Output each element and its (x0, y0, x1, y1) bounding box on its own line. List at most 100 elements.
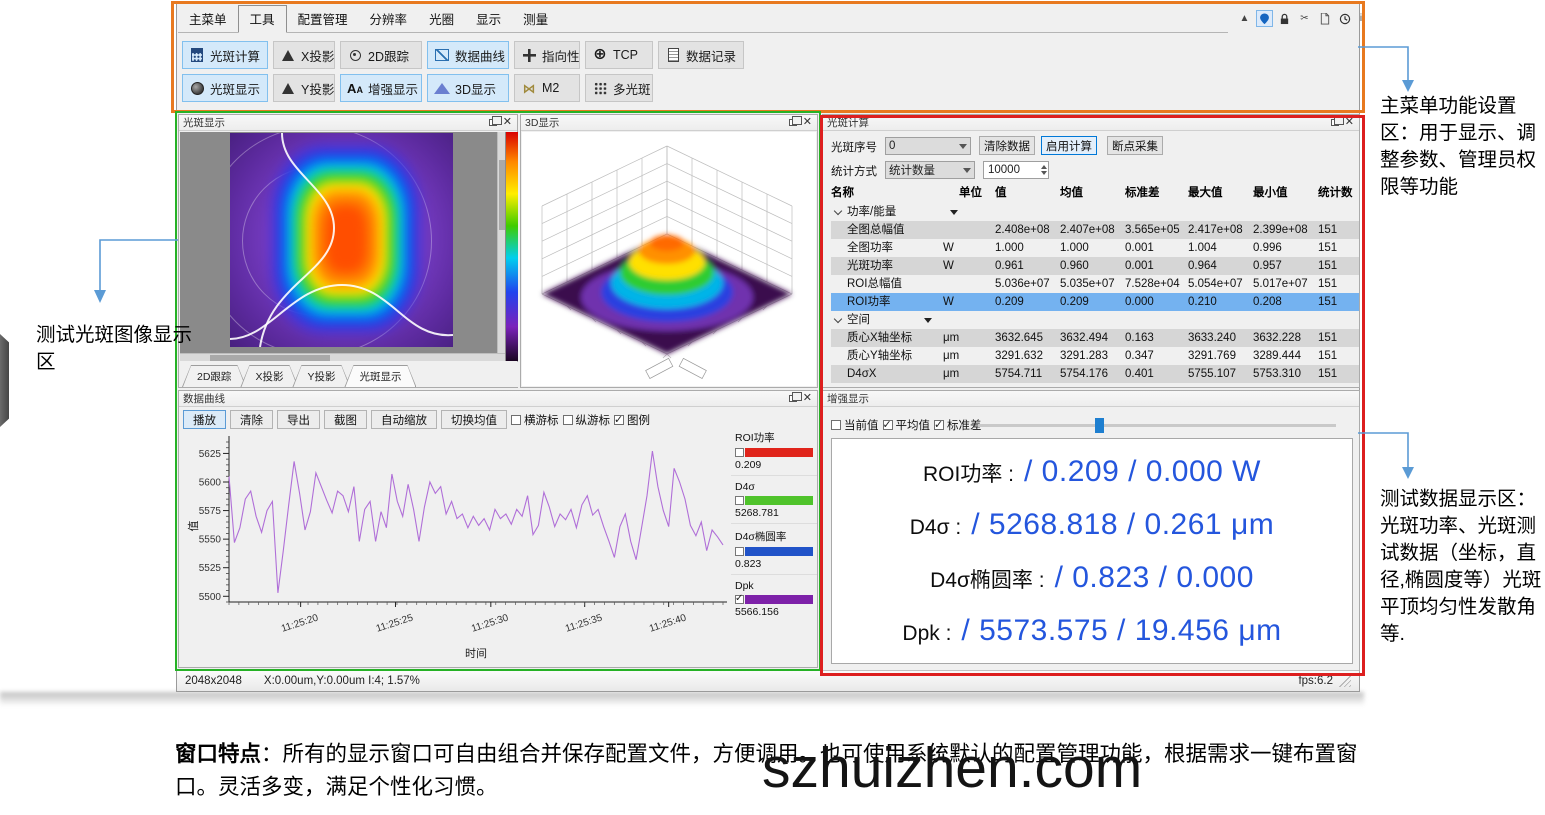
table-row[interactable]: 全图功率W1.0001.0000.0011.0040.996151 (831, 239, 1359, 257)
info-icon[interactable]: i (1356, 10, 1366, 27)
spot-calc-title: 光斑计算 (827, 115, 869, 130)
legend-item: ROI功率 0.209 (731, 425, 817, 475)
series-checkbox[interactable] (735, 448, 744, 457)
table-group-row[interactable]: 空间 (831, 311, 1359, 329)
document-icon[interactable] (1316, 10, 1333, 27)
h-cursor-checkbox[interactable] (511, 415, 521, 425)
tcp-button[interactable]: ⊕TCP (585, 41, 653, 69)
table-row[interactable]: 全图总幅值2.408e+082.407e+083.565e+052.417e+0… (831, 221, 1359, 239)
spot-image-area[interactable] (180, 132, 518, 361)
slider-handle[interactable] (1095, 418, 1104, 433)
spot-display-panel: 光斑显示 ✕ (178, 114, 518, 388)
pointing-button[interactable]: 指向性 (514, 41, 580, 69)
menu-item-measure[interactable]: 测量 (512, 6, 559, 32)
stats-table[interactable]: 功率/能量全图总幅值2.408e+082.407e+083.565e+052.4… (831, 203, 1359, 385)
close-icon[interactable]: ✕ (803, 117, 812, 128)
font-size-slider[interactable] (978, 424, 1336, 427)
spinner-arrows-icon[interactable] (1041, 162, 1047, 178)
display-3d-button[interactable]: 3D显示 (427, 74, 509, 102)
spot-seq-select[interactable]: 0 (885, 137, 971, 155)
table-row[interactable]: 光斑功率W0.9610.9600.0010.9640.957151 (831, 257, 1359, 275)
close-icon[interactable]: ✕ (503, 117, 512, 128)
std-value-checkbox[interactable] (934, 420, 944, 430)
chevron-down-icon (834, 207, 842, 215)
lock-icon[interactable] (1276, 10, 1293, 27)
stat-mode-select[interactable]: 统计数量 (885, 161, 975, 179)
close-icon[interactable]: ✕ (803, 393, 812, 404)
series-checkbox[interactable] (735, 496, 744, 505)
data-curve-button[interactable]: 数据曲线 (427, 41, 509, 69)
table-row[interactable]: 质心X轴坐标μm3632.6453632.4940.1633633.240363… (831, 329, 1359, 347)
auto-scale-button[interactable]: 自动缩放 (371, 410, 437, 429)
data-record-button[interactable]: 数据记录 (658, 41, 744, 69)
menu-item-tools[interactable]: 工具 (238, 5, 287, 33)
spot-calc-button[interactable]: 光斑计算 (182, 41, 268, 69)
series-checkbox[interactable] (735, 547, 744, 556)
table-row[interactable]: ROI总幅值5.036e+075.035e+077.528e+045.054e+… (831, 275, 1359, 293)
v-cursor-checkbox[interactable] (563, 415, 573, 425)
menu-item-display[interactable]: 显示 (465, 6, 512, 32)
spot-display-button[interactable]: 光斑显示 (182, 74, 268, 102)
m2-button[interactable]: ⋈M2 (514, 74, 580, 102)
table-row[interactable]: ROI功率W0.2090.2090.0000.2100.208151 (831, 293, 1359, 311)
panel-3d: 3D显示 ✕ (520, 114, 818, 388)
float-panel-icon[interactable] (789, 119, 797, 126)
pin-icon[interactable] (1256, 10, 1273, 27)
x-projection-button[interactable]: X投影 (273, 41, 335, 69)
table-group-row[interactable]: 功率/能量 (831, 203, 1359, 221)
track-2d-button[interactable]: 2D跟踪 (340, 41, 422, 69)
readout-line: D4σ椭圆率 :/ 0.823 / 0.000 (842, 561, 1342, 595)
series-checkbox[interactable] (735, 595, 744, 604)
vertical-scrollbar[interactable] (497, 132, 505, 353)
enable-calc-button[interactable]: 启用计算 (1041, 136, 1097, 155)
pointing-icon (521, 47, 537, 63)
float-panel-icon[interactable] (789, 395, 797, 402)
clear-button[interactable]: 清除 (230, 410, 273, 429)
svg-text:11:25:20: 11:25:20 (280, 612, 320, 634)
mean-value-checkbox[interactable] (883, 420, 893, 430)
float-panel-icon[interactable] (489, 119, 497, 126)
menu-item-main[interactable]: 主菜单 (178, 6, 238, 32)
toggle-mean-button[interactable]: 切换均值 (441, 410, 507, 429)
resolution-readout: 2048x2048 (185, 675, 242, 687)
svg-text:11:25:25: 11:25:25 (375, 612, 415, 634)
resize-grip[interactable] (1339, 675, 1351, 687)
current-value-checkbox[interactable] (831, 420, 841, 430)
arrow-top-right (1358, 40, 1420, 96)
legend-checkbox[interactable] (614, 415, 624, 425)
surface-3d-plot[interactable] (522, 132, 816, 386)
menu-item-aperture[interactable]: 光圈 (418, 6, 465, 32)
time-series-chart[interactable]: 值 时间 55005525555055755600562511:25:2011:… (183, 431, 729, 667)
y-projection-button[interactable]: Y投影 (273, 74, 335, 102)
tab-spot-display[interactable]: 光斑显示 (344, 365, 416, 387)
table-row[interactable]: D4σXμm5754.7115754.1760.4015755.1075753.… (831, 365, 1359, 383)
export-button[interactable]: 导出 (277, 410, 320, 429)
breakpoint-button[interactable]: 断点采集 (1107, 136, 1163, 155)
svg-text:5500: 5500 (199, 592, 222, 603)
enhanced-display-button[interactable]: AA增强显示 (340, 74, 422, 102)
stat-mode-value: 统计数量 (889, 162, 935, 178)
history-icon[interactable] (1336, 10, 1353, 27)
tab-x-projection[interactable]: X投影 (240, 365, 298, 387)
play-button[interactable]: 播放 (183, 410, 226, 429)
svg-text:11:25:30: 11:25:30 (470, 612, 510, 634)
stat-count-spinner[interactable]: 10000 (983, 161, 1049, 179)
projection-curves (230, 133, 453, 347)
enhanced-header: 增强显示 (823, 391, 1359, 407)
multispot-button[interactable]: 多光斑 (585, 74, 653, 102)
close-icon[interactable]: ✕ (1345, 117, 1354, 128)
tab-y-projection[interactable]: Y投影 (292, 365, 350, 387)
collapse-icon[interactable]: ▲ (1236, 10, 1253, 27)
svg-text:5575: 5575 (199, 506, 222, 517)
float-panel-icon[interactable] (1331, 119, 1339, 126)
clear-data-button[interactable]: 清除数据 (979, 136, 1035, 155)
menu-item-resolution[interactable]: 分辨率 (359, 6, 419, 32)
horizontal-scrollbar[interactable] (180, 353, 505, 361)
spot-panel-header: 光斑显示 ✕ (179, 115, 517, 131)
table-row[interactable]: 质心Y轴坐标μm3291.6323291.2830.3473291.769328… (831, 347, 1359, 365)
beam-image[interactable] (230, 133, 453, 347)
snapshot-button[interactable]: 截图 (324, 410, 367, 429)
menu-item-config[interactable]: 配置管理 (287, 6, 359, 32)
spot-calc-header: 光斑计算 ✕ (823, 115, 1359, 131)
cut-icon[interactable]: ✂ (1296, 10, 1313, 27)
